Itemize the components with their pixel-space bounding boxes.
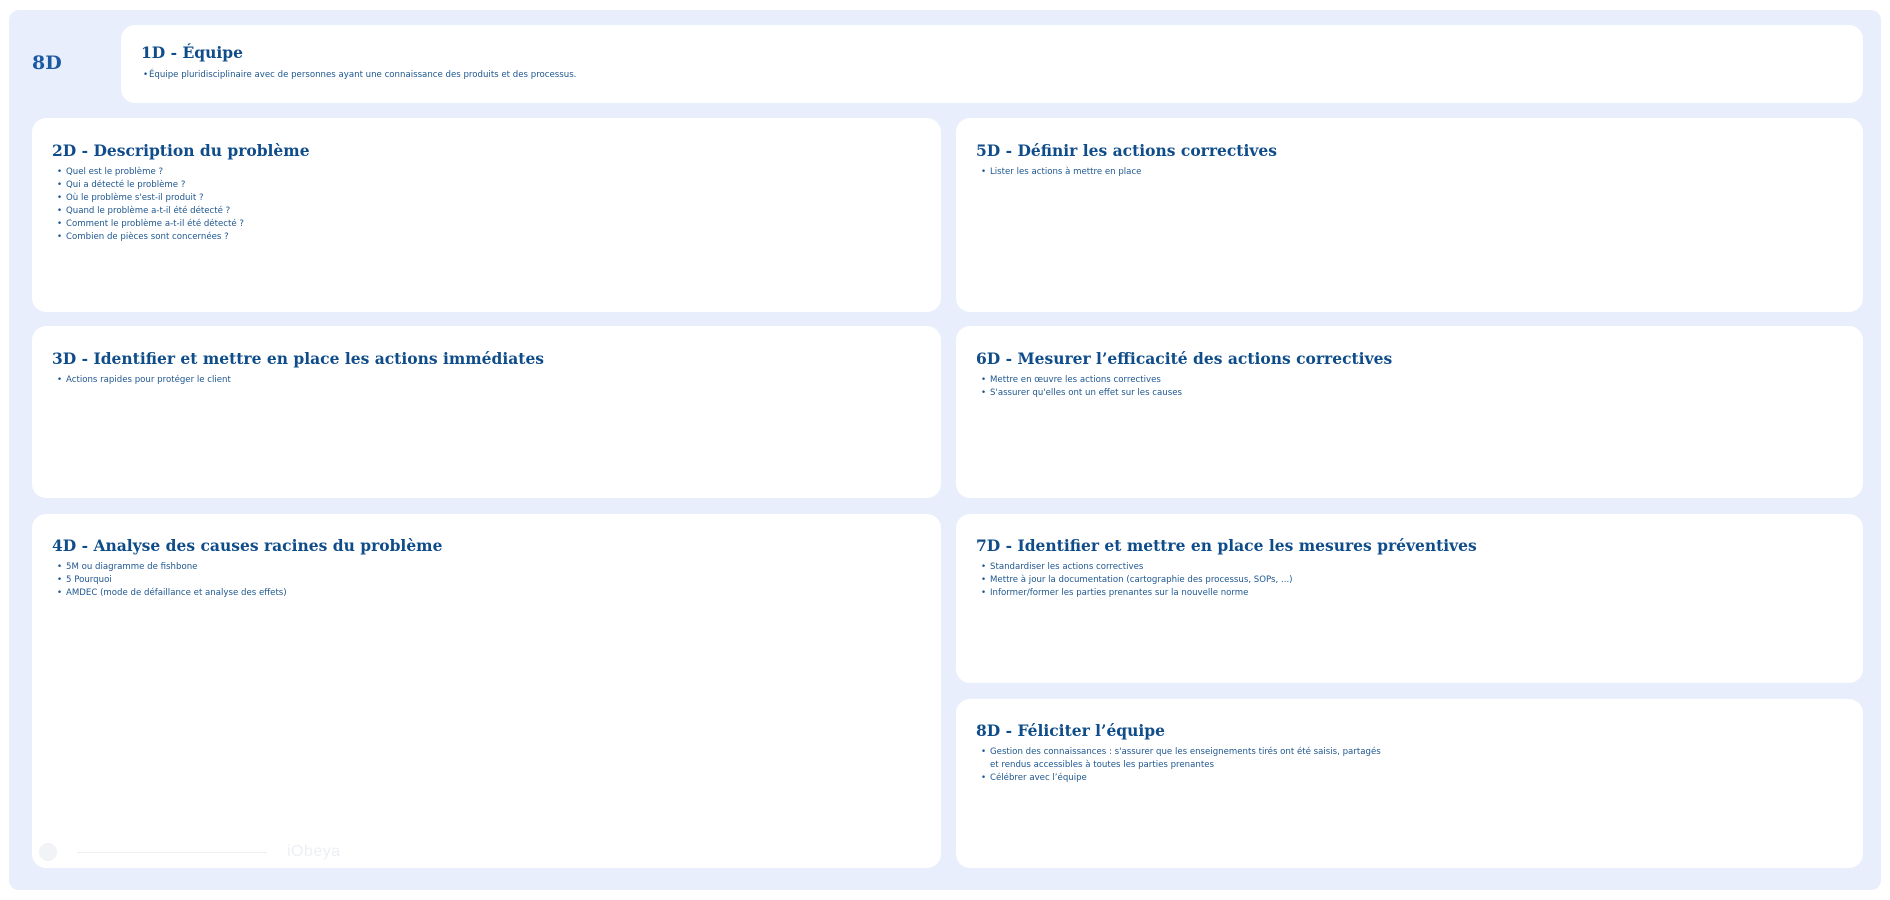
list-item: Quand le problème a-t-il été détecté ? — [57, 205, 244, 218]
list-item: Gestion des connaissances : s'assurer qu… — [981, 746, 1381, 759]
watermark-divider — [77, 852, 267, 853]
watermark: iObeya — [39, 842, 349, 862]
list-item: Standardiser les actions correctives — [981, 561, 1293, 574]
card-title: 8D - Féliciter l’équipe — [976, 721, 1165, 740]
list-item: Comment le problème a-t-il été détecté ? — [57, 218, 244, 231]
card-title: 7D - Identifier et mettre en place les m… — [976, 536, 1477, 555]
card-list: Quel est le problème ? Qui a détecté le … — [52, 166, 244, 244]
list-item: Célébrer avec l’équipe — [981, 772, 1381, 785]
card-title: 6D - Mesurer l’efficacité des actions co… — [976, 349, 1393, 368]
list-item: Équipe pluridisciplinaire avec de person… — [143, 69, 576, 82]
list-item: Actions rapides pour protéger le client — [57, 374, 231, 387]
card-4d-causes-racines[interactable]: 4D - Analyse des causes racines du probl… — [32, 514, 941, 868]
list-item: 5M ou diagramme de fishbone — [57, 561, 287, 574]
card-6d-mesurer-efficacite[interactable]: 6D - Mesurer l’efficacité des actions co… — [956, 326, 1863, 498]
list-item: Qui a détecté le problème ? — [57, 179, 244, 192]
list-item: Quel est le problème ? — [57, 166, 244, 179]
card-8d-feliciter-equipe[interactable]: 8D - Féliciter l’équipe Gestion des conn… — [956, 699, 1863, 868]
list-item: Où le problème s'est-il produit ? — [57, 192, 244, 205]
card-title: 3D - Identifier et mettre en place les a… — [52, 349, 545, 368]
card-list: 5M ou diagramme de fishbone 5 Pourquoi A… — [52, 561, 287, 600]
card-3d-actions-immediates[interactable]: 3D - Identifier et mettre en place les a… — [32, 326, 941, 498]
list-item: Lister les actions à mettre en place — [981, 166, 1141, 179]
card-list: Standardiser les actions correctives Met… — [976, 561, 1293, 600]
card-title: 5D - Définir les actions correctives — [976, 141, 1277, 160]
list-item-continuation: et rendus accessibles à toutes les parti… — [990, 760, 1214, 770]
watermark-text: iObeya — [287, 843, 341, 860]
list-item: Mettre en œuvre les actions correctives — [981, 374, 1182, 387]
list-item: S'assurer qu'elles ont un effet sur les … — [981, 387, 1182, 400]
card-list: Actions rapides pour protéger le client — [52, 374, 231, 387]
card-title: 2D - Description du problème — [52, 141, 310, 160]
card-1d-equipe[interactable]: 1D - Équipe Équipe pluridisciplinaire av… — [121, 25, 1863, 103]
card-list: Lister les actions à mettre en place — [976, 166, 1141, 179]
card-title: 1D - Équipe — [141, 43, 243, 62]
list-item: AMDEC (mode de défaillance et analyse de… — [57, 587, 287, 600]
list-item: Informer/former les parties prenantes su… — [981, 587, 1293, 600]
list-item: Mettre à jour la documentation (cartogra… — [981, 574, 1293, 587]
card-list: Équipe pluridisciplinaire avec de person… — [141, 69, 576, 82]
board-title: 8D — [32, 52, 62, 74]
card-2d-description[interactable]: 2D - Description du problème Quel est le… — [32, 118, 941, 312]
card-list: Gestion des connaissances : s'assurer qu… — [976, 746, 1381, 785]
card-5d-actions-correctives[interactable]: 5D - Définir les actions correctives Lis… — [956, 118, 1863, 312]
list-item: 5 Pourquoi — [57, 574, 287, 587]
watermark-logo-icon — [39, 843, 57, 861]
list-item: Combien de pièces sont concernées ? — [57, 231, 244, 244]
card-list: Mettre en œuvre les actions correctives … — [976, 374, 1182, 400]
card-7d-mesures-preventives[interactable]: 7D - Identifier et mettre en place les m… — [956, 514, 1863, 683]
card-title: 4D - Analyse des causes racines du probl… — [52, 536, 443, 555]
